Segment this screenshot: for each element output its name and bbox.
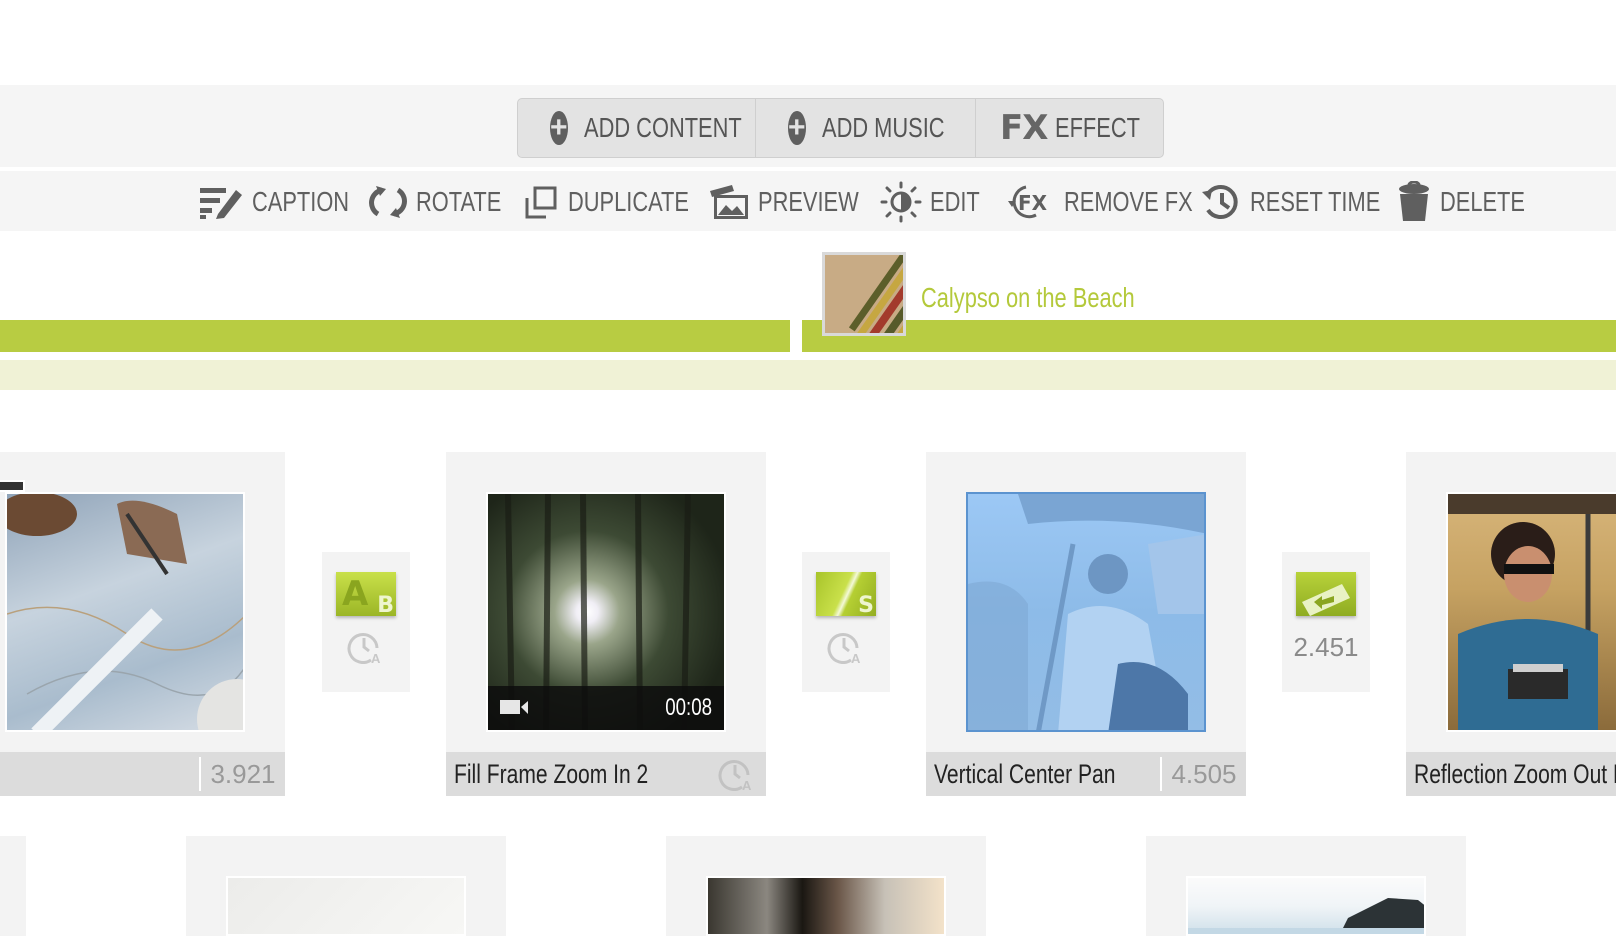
delete-label: DELETE <box>1440 186 1525 217</box>
plus-circle-icon: + <box>788 111 806 145</box>
slide-duration[interactable]: 3.921 <box>199 757 285 791</box>
reset-time-button[interactable]: RESET TIME <box>1200 180 1417 224</box>
slide-thumbnail[interactable] <box>966 492 1206 732</box>
woman-in-cart-image <box>968 494 1204 730</box>
slide-thumbnail[interactable] <box>5 492 245 732</box>
svg-text:FX: FX <box>1018 191 1048 215</box>
transition-duration[interactable]: 2.451 <box>1293 632 1358 663</box>
duplicate-label: DUPLICATE <box>568 186 689 217</box>
preview-button[interactable]: PREVIEW <box>708 180 887 224</box>
fx-icon: FX <box>1000 108 1048 148</box>
svg-text:A: A <box>851 651 861 664</box>
map-image <box>7 494 243 730</box>
slide-title <box>0 759 199 790</box>
duplicate-button[interactable]: DUPLICATE <box>524 180 723 224</box>
brightness-icon <box>880 181 922 223</box>
svg-text:A: A <box>371 651 381 664</box>
slide-duration[interactable]: 4.505 <box>1160 757 1246 791</box>
add-music-label: ADD MUSIC <box>821 112 945 143</box>
music-album-art[interactable] <box>822 252 906 336</box>
plus-circle-icon: + <box>550 111 568 145</box>
slide-footer: Reflection Zoom Out Da <box>1406 752 1616 796</box>
slide-thumbnail[interactable] <box>1446 492 1616 732</box>
arrow-transition-icon[interactable] <box>1296 572 1356 616</box>
rotate-label: ROTATE <box>416 186 502 217</box>
reset-time-label: RESET TIME <box>1250 186 1381 217</box>
slide-thumbnail[interactable] <box>706 876 946 936</box>
add-content-label: ADD CONTENT <box>583 112 742 143</box>
preview-label: PREVIEW <box>758 186 859 217</box>
slide-card[interactable]: 3.921 <box>0 452 285 796</box>
slide-card[interactable]: 00:08 Fill Frame Zoom In 2 A <box>446 452 766 796</box>
music-title[interactable]: Calypso on the Beach <box>921 282 1195 314</box>
music-track-previous[interactable] <box>0 320 790 352</box>
add-button-group: + ADD CONTENT + ADD MUSIC FX EFFECT <box>517 98 1164 158</box>
edit-button[interactable]: EDIT <box>880 180 994 224</box>
preview-icon <box>710 185 748 219</box>
auto-time-clock-icon[interactable]: A <box>827 630 865 664</box>
remove-fx-icon: FX <box>1008 185 1048 219</box>
stack-indicator <box>0 480 25 492</box>
slide-card[interactable] <box>666 836 986 936</box>
video-duration: 00:08 <box>665 694 712 721</box>
slide-thumbnail[interactable] <box>226 876 466 936</box>
slide-card[interactable] <box>0 836 26 936</box>
caption-icon <box>200 188 242 219</box>
ab-transition-icon[interactable]: A B <box>336 572 396 616</box>
slide-footer: Fill Frame Zoom In 2 A <box>446 752 766 796</box>
delete-button[interactable]: DELETE <box>1396 180 1549 224</box>
auto-time-clock-icon[interactable]: A <box>347 630 385 664</box>
caption-button[interactable]: CAPTION <box>198 180 376 224</box>
transition-item[interactable]: S A <box>802 552 890 692</box>
slide-card[interactable]: Reflection Zoom Out Da <box>1406 452 1616 796</box>
slide-title: Fill Frame Zoom In 2 <box>454 758 649 789</box>
woman-with-camera-image <box>1448 494 1616 730</box>
slide-thumbnail[interactable]: 00:08 <box>486 492 726 732</box>
edit-label: EDIT <box>930 186 980 217</box>
transition-item[interactable]: 2.451 <box>1282 552 1370 692</box>
slide-footer: Vertical Center Pan 4.505 <box>926 752 1246 796</box>
music-track-secondary <box>0 360 1616 390</box>
duplicate-icon <box>525 186 557 219</box>
slide-card[interactable] <box>1146 836 1466 936</box>
slide-card[interactable] <box>186 836 506 936</box>
svg-text:A: A <box>742 778 752 791</box>
slide-title: Vertical Center Pan <box>934 758 1116 789</box>
remove-fx-label: REMOVE FX <box>1064 186 1193 217</box>
effect-button[interactable]: FX EFFECT <box>976 99 1163 157</box>
effect-label: EFFECT <box>1055 112 1141 143</box>
slide-thumbnail[interactable] <box>1186 876 1426 936</box>
slide-footer: 3.921 <box>0 752 285 796</box>
sea-island-image <box>1188 898 1424 934</box>
slide-card-selected[interactable]: Vertical Center Pan 4.505 <box>926 452 1246 796</box>
rotate-icon <box>369 186 407 218</box>
auto-time-clock-icon[interactable]: A <box>718 757 756 791</box>
add-content-button[interactable]: + ADD CONTENT <box>518 99 756 157</box>
music-track-current[interactable] <box>802 320 1616 352</box>
trash-icon <box>1399 181 1429 221</box>
rotate-button[interactable]: ROTATE <box>368 180 525 224</box>
remove-fx-button[interactable]: FX REMOVE FX <box>1006 180 1229 224</box>
caption-label: CAPTION <box>252 186 350 217</box>
slide-title: Reflection Zoom Out Da <box>1414 758 1616 789</box>
history-icon <box>1202 185 1238 219</box>
add-music-button[interactable]: + ADD MUSIC <box>756 99 976 157</box>
transition-item[interactable]: A B A <box>322 552 410 692</box>
album-art-image <box>825 255 903 333</box>
slide-transition-icon[interactable]: S <box>816 572 876 616</box>
